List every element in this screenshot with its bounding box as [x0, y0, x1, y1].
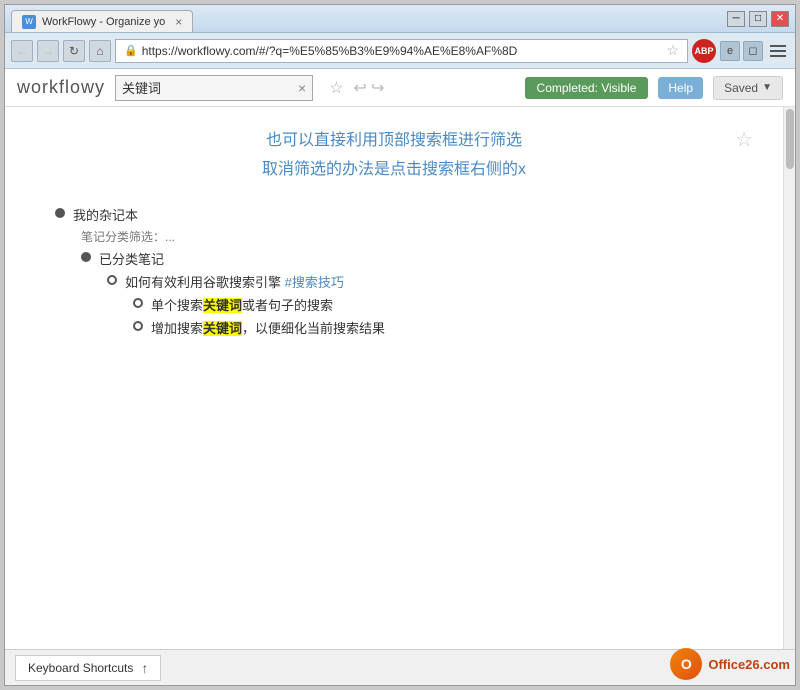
minimize-button[interactable]: ─ — [727, 11, 745, 27]
content-star-icon[interactable]: ☆ — [735, 127, 753, 152]
adblock-button[interactable]: ABP — [692, 39, 716, 63]
saved-button[interactable]: Saved ▼ — [713, 76, 783, 100]
list-item: 笔记分类筛选：... — [81, 228, 753, 245]
tab-close-icon[interactable]: × — [175, 15, 182, 29]
back-button[interactable]: ← — [11, 40, 33, 62]
item1-pre: 单个搜索 — [151, 298, 203, 313]
tab-favicon: W — [22, 15, 36, 29]
search-tag-link[interactable]: #搜索技巧 — [285, 275, 344, 290]
address-bar: ← → ↻ ⌂ 🔒 https://workflowy.com/#/?q=%E5… — [5, 33, 795, 69]
main-content: ☆ 也可以直接利用顶部搜索框进行筛选 取消筛选的办法是点击搜索框右侧的x 我的杂… — [5, 107, 795, 649]
outline-section: 我的杂记本 笔记分类筛选：... 已分类笔记 — [55, 205, 753, 337]
keyboard-shortcuts-button[interactable]: Keyboard Shortcuts ↑ — [15, 655, 161, 681]
menu-line-2 — [770, 50, 786, 52]
home-button[interactable]: ⌂ — [89, 40, 111, 62]
search-star-icon[interactable]: ☆ — [329, 78, 343, 98]
item1-post: 或者句子的搜索 — [242, 298, 333, 313]
extension-buttons: e ◻ — [720, 41, 763, 61]
item2-highlight: 关键词 — [203, 321, 242, 336]
watermark: O Office26.com — [670, 648, 790, 680]
help-button[interactable]: Help — [658, 77, 703, 99]
refresh-button[interactable]: ↻ — [63, 40, 85, 62]
tab-title: WorkFlowy - Organize yo — [42, 16, 165, 28]
menu-line-1 — [770, 45, 786, 47]
url-text: https://workflowy.com/#/?q=%E5%85%B3%E9%… — [142, 44, 518, 58]
instruction-line-2: 取消筛选的办法是点击搜索框右侧的x — [35, 156, 753, 185]
nested-level-3: 单个搜索关键词或者句子的搜索 增加搜索关键词，以便细化当前搜索结果 — [133, 295, 753, 337]
watermark-icon: O — [670, 648, 702, 680]
menu-line-3 — [770, 55, 786, 57]
search-input[interactable] — [122, 80, 298, 95]
search-box[interactable]: × — [115, 75, 313, 101]
bookmark-icon[interactable]: ☆ — [666, 42, 679, 59]
list-item: 如何有效利用谷歌搜索引擎 #搜索技巧 — [107, 272, 753, 291]
instruction-banner: 也可以直接利用顶部搜索框进行筛选 取消筛选的办法是点击搜索框右侧的x — [35, 127, 753, 185]
forward-button[interactable]: → — [37, 40, 59, 62]
item1-highlight: 关键词 — [203, 298, 242, 313]
window-controls: ─ □ ✕ — [727, 11, 789, 27]
browser-window: W WorkFlowy - Organize yo × ─ □ ✕ ← → ↻ … — [4, 4, 796, 686]
content-area: ☆ 也可以直接利用顶部搜索框进行筛选 取消筛选的办法是点击搜索框右侧的x 我的杂… — [5, 107, 783, 649]
watermark-text: Office26.com — [708, 657, 790, 672]
browser-tab[interactable]: W WorkFlowy - Organize yo × — [11, 10, 193, 32]
search-item-1: 单个搜索关键词或者句子的搜索 — [151, 295, 333, 314]
search-item-2: 增加搜索关键词，以便细化当前搜索结果 — [151, 318, 385, 337]
app-logo: workflowy — [17, 77, 105, 98]
item2-pre: 增加搜索 — [151, 321, 203, 336]
app-toolbar: workflowy × ☆ ↩ ↪ Completed: Visible Hel… — [5, 69, 795, 107]
bullet-icon — [107, 275, 117, 285]
item2-post: ，以便细化当前搜索结果 — [242, 321, 385, 336]
list-item: 单个搜索关键词或者句子的搜索 — [133, 295, 753, 314]
browser-menu-button[interactable] — [767, 40, 789, 62]
list-item: 我的杂记本 — [55, 205, 753, 224]
undo-button[interactable]: ↩ — [354, 78, 367, 98]
root-item-label[interactable]: 我的杂记本 — [73, 205, 138, 224]
lock-icon: 🔒 — [124, 44, 138, 57]
bullet-icon — [55, 208, 65, 218]
list-item: 增加搜索关键词，以便细化当前搜索结果 — [133, 318, 753, 337]
extension-button-1[interactable]: e — [720, 41, 740, 61]
list-item: 已分类笔记 — [81, 249, 753, 268]
close-button[interactable]: ✕ — [771, 11, 789, 27]
maximize-button[interactable]: □ — [749, 11, 767, 27]
sub-label: 笔记分类筛选：... — [81, 228, 175, 245]
category-label[interactable]: 已分类笔记 — [99, 249, 164, 268]
url-bar[interactable]: 🔒 https://workflowy.com/#/?q=%E5%85%B3%E… — [115, 39, 688, 63]
scrollbar[interactable] — [783, 107, 795, 649]
completed-button[interactable]: Completed: Visible — [525, 77, 649, 99]
scrollbar-thumb[interactable] — [786, 109, 794, 169]
title-bar: W WorkFlowy - Organize yo × ─ □ ✕ — [5, 5, 795, 33]
bullet-icon — [133, 298, 143, 308]
bullet-icon — [133, 321, 143, 331]
search-clear-icon[interactable]: × — [298, 80, 306, 96]
nested-level-1: 笔记分类筛选：... 已分类笔记 如何有效利用谷歌搜索引擎 #搜索技巧 — [81, 228, 753, 337]
saved-label: Saved — [724, 81, 758, 95]
undo-redo-controls: ↩ ↪ — [354, 78, 385, 98]
nested-level-2: 如何有效利用谷歌搜索引擎 #搜索技巧 单个搜索关键词或者句子的搜索 — [107, 272, 753, 337]
extension-button-2[interactable]: ◻ — [743, 41, 763, 61]
keyboard-shortcuts-label: Keyboard Shortcuts — [28, 661, 133, 675]
redo-button[interactable]: ↪ — [371, 78, 384, 98]
search-title: 如何有效利用谷歌搜索引擎 #搜索技巧 — [125, 272, 344, 291]
search-title-pre: 如何有效利用谷歌搜索引擎 — [125, 275, 285, 290]
keyboard-shortcuts-arrow-icon: ↑ — [141, 660, 148, 676]
tab-area: W WorkFlowy - Organize yo × — [11, 5, 193, 32]
saved-dropdown-icon: ▼ — [762, 82, 772, 93]
bullet-icon — [81, 252, 91, 262]
instruction-line-1: 也可以直接利用顶部搜索框进行筛选 — [35, 127, 753, 156]
